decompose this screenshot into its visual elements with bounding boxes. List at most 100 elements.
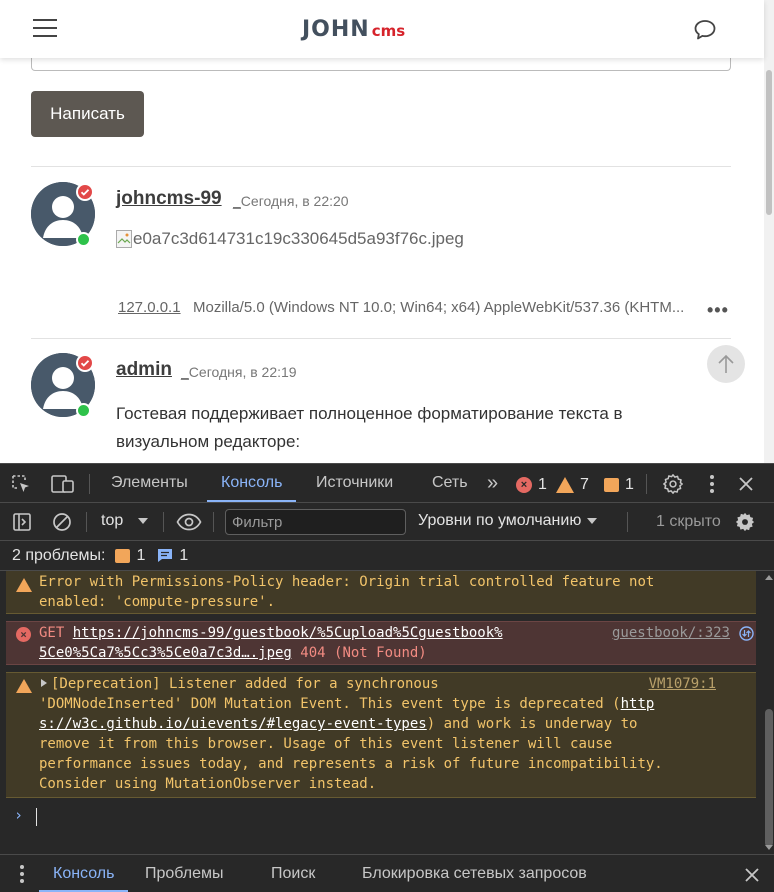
error-count-value: 1: [538, 476, 547, 493]
avatar[interactable]: [31, 353, 95, 418]
warning-icon: [16, 679, 32, 693]
error-count[interactable]: × 1: [516, 475, 547, 495]
console-prompt-icon: ›: [14, 806, 24, 824]
ip-address-link[interactable]: 127.0.0.1: [118, 299, 181, 316]
post-time: _Сегодня, в 22:19: [181, 364, 297, 380]
more-tabs-icon[interactable]: »: [487, 464, 498, 502]
info-message-icon: [158, 549, 173, 562]
logo-main-text: JOHN: [302, 17, 370, 42]
hidden-messages-count: 1 скрыто: [656, 513, 721, 530]
issues-bar[interactable]: 2 проблемы: 1 1: [0, 541, 774, 571]
time-prefix: _: [233, 193, 241, 209]
tab-console[interactable]: Консоль: [206, 464, 298, 502]
dropdown-arrow-icon: [587, 518, 598, 524]
console-toolbar: top Уровни по умолчанию 1 скрыто: [0, 503, 774, 541]
request-url-link[interactable]: https://johncms-99/guestbook/%5Cupload%5…: [73, 625, 503, 641]
verified-check-icon: [76, 183, 94, 201]
issues-count-value: 1: [625, 476, 634, 493]
broken-image-icon: [116, 230, 132, 248]
settings-gear-icon[interactable]: [661, 472, 685, 496]
console-warning-message[interactable]: [Deprecation] Listener added for a synch…: [6, 672, 756, 798]
issues-count[interactable]: 1: [604, 475, 634, 495]
request-url-link[interactable]: 5Ce0%5Ca7%5Cc3%5Ce0a7c3d….jpeg: [39, 645, 292, 661]
avatar[interactable]: [31, 182, 95, 247]
page-scrollbar[interactable]: [764, 0, 774, 463]
online-status-dot: [76, 232, 91, 247]
log-levels-select[interactable]: Уровни по умолчанию: [418, 512, 598, 530]
drawer-tab-request-blocking[interactable]: Блокировка сетевых запросов: [362, 855, 587, 892]
network-request-icon[interactable]: [739, 626, 754, 641]
inspect-element-icon[interactable]: [10, 473, 32, 495]
close-drawer-icon[interactable]: [740, 863, 764, 887]
warning-count-value: 7: [580, 476, 589, 493]
issues-label: 2 проблемы:: [12, 546, 106, 564]
tab-elements[interactable]: Элементы: [111, 464, 188, 502]
menu-icon[interactable]: [33, 19, 57, 37]
time-prefix: _: [181, 364, 189, 380]
devtools-drawer: Консоль Проблемы Поиск Блокировка сетевы…: [0, 854, 774, 892]
console-settings-gear-icon[interactable]: [733, 510, 757, 534]
write-button[interactable]: Написать: [31, 91, 144, 137]
message-text: remove it from this browser. Usage of th…: [39, 736, 613, 752]
website-viewport: JOHN cms Написать johncms-99 _Сегодня, в…: [0, 0, 774, 463]
devtools-panel: Элементы Консоль Источники Сеть » × 1 7 …: [0, 463, 774, 892]
console-input[interactable]: [36, 808, 37, 826]
expand-triangle-icon[interactable]: [39, 678, 49, 688]
drawer-tab-console[interactable]: Консоль: [38, 855, 130, 892]
scroll-to-top-button[interactable]: [707, 345, 745, 383]
message-text: performance issues today, and represents…: [39, 756, 663, 772]
tab-network[interactable]: Сеть: [432, 464, 468, 502]
site-header: JOHN cms: [0, 0, 764, 58]
divider: [31, 338, 731, 339]
divider: [31, 166, 731, 167]
close-devtools-icon[interactable]: [734, 472, 758, 496]
source-location-link[interactable]: guestbook/:323: [612, 623, 730, 643]
post-image-broken[interactable]: e0a7c3d614731c19c330645d5a93f76c.jpeg: [116, 229, 464, 249]
site-logo[interactable]: JOHN cms: [302, 17, 405, 43]
issue-flag-icon: [115, 548, 131, 563]
live-expression-eye-icon[interactable]: [175, 511, 203, 533]
log-levels-value: Уровни по умолчанию: [418, 512, 582, 529]
message-text: Consider using MutationObserver instead.: [39, 776, 377, 792]
chat-icon[interactable]: [693, 19, 717, 41]
issue-flag-icon: [604, 478, 619, 492]
message-text: Error with Permissions-Policy header: Or…: [39, 574, 655, 590]
http-method: GET: [39, 625, 73, 641]
drawer-tab-search[interactable]: Поиск: [271, 855, 315, 892]
sidebar-toggle-icon[interactable]: [11, 511, 33, 533]
post-username[interactable]: johncms-99: [116, 188, 222, 210]
warning-icon: [16, 578, 32, 592]
devtools-tabbar: Элементы Консоль Источники Сеть » × 1 7 …: [0, 463, 774, 503]
message-text: enabled: 'compute-pressure'.: [39, 594, 276, 610]
post-username[interactable]: admin: [116, 359, 172, 381]
kebab-menu-icon[interactable]: [702, 472, 722, 496]
console-messages: Error with Permissions-Policy header: Or…: [0, 571, 764, 854]
spec-link[interactable]: http: [621, 696, 655, 712]
post-time: _Сегодня, в 22:20: [233, 193, 349, 209]
filter-input[interactable]: [225, 509, 406, 535]
issues-warn-count: 1: [136, 546, 146, 564]
message-text: [Deprecation] Listener added for a synch…: [51, 676, 439, 692]
warning-icon: [556, 477, 574, 493]
console-scrollbar[interactable]: [764, 571, 774, 854]
console-warning-message[interactable]: Error with Permissions-Policy header: Or…: [6, 571, 756, 614]
source-location-link[interactable]: VM1079:1: [649, 674, 716, 694]
more-options-icon[interactable]: •••: [707, 300, 729, 321]
dropdown-arrow-icon: [138, 518, 149, 524]
online-status-dot: [76, 403, 91, 418]
clear-console-icon[interactable]: [51, 511, 73, 533]
drawer-tab-issues[interactable]: Проблемы: [145, 855, 223, 892]
console-error-message[interactable]: × GET https://johncms-99/guestbook/%5Cup…: [6, 621, 756, 665]
context-value: top: [101, 512, 124, 529]
spec-link[interactable]: s://w3c.github.io/uievents/#legacy-event…: [39, 716, 427, 732]
post-text: Гостевая поддерживает полноценное формат…: [116, 404, 623, 451]
message-text: ) and work is underway to: [426, 716, 638, 732]
context-select[interactable]: top: [101, 512, 149, 530]
tab-sources[interactable]: Источники: [316, 464, 393, 502]
device-toolbar-icon[interactable]: [50, 473, 76, 495]
warning-count[interactable]: 7: [556, 475, 589, 495]
time-text: Сегодня, в 22:20: [240, 193, 349, 209]
error-icon: ×: [516, 477, 532, 493]
time-text: Сегодня, в 22:19: [188, 364, 297, 380]
drawer-menu-icon[interactable]: [12, 863, 32, 885]
